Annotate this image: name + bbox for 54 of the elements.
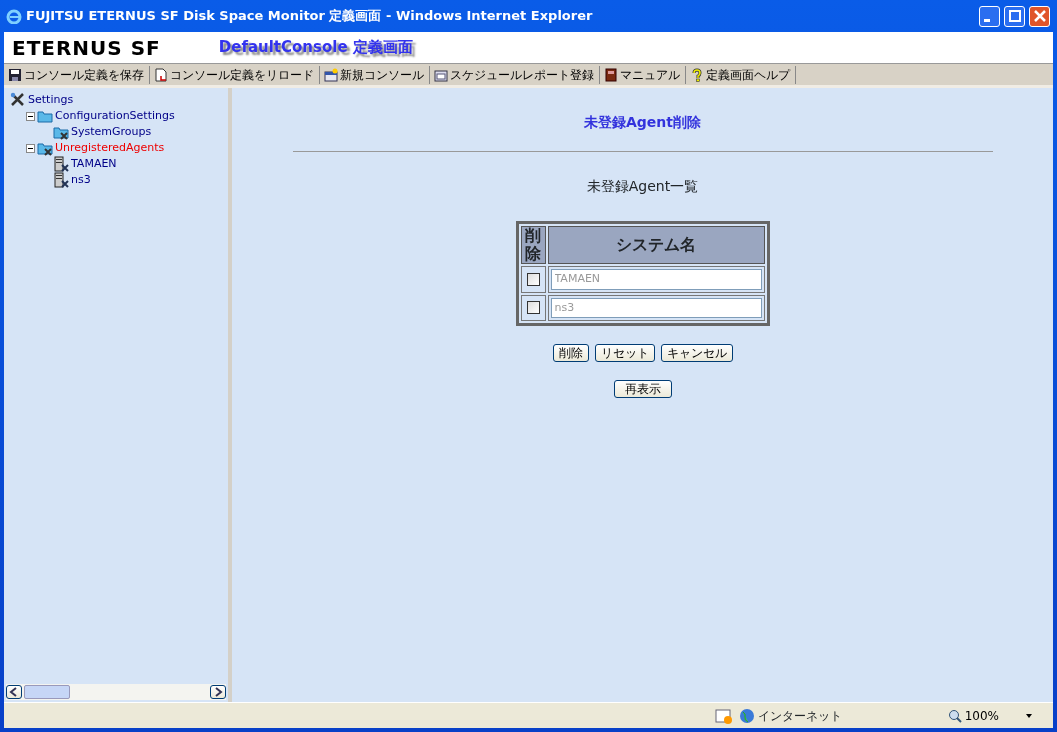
collapse-icon[interactable]	[26, 143, 35, 153]
toolbar-button[interactable]: コンソール定義をリロード	[150, 65, 320, 84]
action-button[interactable]: リセット	[594, 344, 655, 362]
scroll-left-button[interactable]	[6, 685, 22, 699]
folder-tools-icon	[37, 140, 53, 156]
toolbar-button[interactable]: スケジュールレポート登録	[430, 65, 600, 84]
globe-icon	[738, 707, 755, 724]
server-icon	[53, 156, 69, 172]
zoom-button[interactable]: 100%	[941, 705, 1005, 726]
tree-item[interactable]: ns3	[71, 171, 91, 189]
folder-tools-icon	[53, 124, 69, 140]
product-logo: ETERNUS SF	[12, 34, 161, 62]
book-icon	[604, 67, 618, 82]
toolbar-button[interactable]: マニュアル	[600, 65, 686, 84]
scrollbar-thumb[interactable]	[24, 685, 70, 699]
save-icon	[8, 67, 22, 82]
security-zone: インターネット	[757, 707, 842, 725]
window-title: FUJITSU ETERNUS SF Disk Space Monitor 定義画面 - Windows Internet Explorer	[26, 7, 594, 26]
column-header: 削除	[520, 226, 546, 264]
maximize-button[interactable]	[1004, 5, 1025, 27]
action-button[interactable]: キャンセル	[660, 344, 733, 362]
warning-page-icon	[714, 707, 733, 724]
refresh-button[interactable]: 再表示	[613, 380, 672, 398]
minimize-button[interactable]	[979, 5, 1000, 27]
maximize-icon	[1008, 10, 1021, 22]
tree-item[interactable]: ConfigurationSettings	[55, 107, 175, 125]
checkbox[interactable]	[526, 272, 540, 286]
toolbar-button[interactable]: 定義画面ヘルプ	[686, 65, 796, 84]
server-icon	[53, 172, 69, 188]
column-header: システム名	[547, 226, 765, 264]
dropdown-icon[interactable]	[1025, 712, 1033, 719]
document-arrow-icon	[154, 67, 168, 82]
page-title: DefaultConsole 定義画面	[218, 37, 413, 59]
tools-icon	[10, 92, 26, 108]
section-heading: 未登録Agent削除	[584, 113, 701, 132]
tree-item[interactable]: UnregisteredAgents	[55, 139, 165, 157]
toolbar-button[interactable]: コンソール定義を保存	[4, 65, 150, 84]
tree-item[interactable]: TAMAEN	[71, 155, 117, 173]
new-window-icon	[324, 67, 338, 82]
folder-icon	[37, 108, 53, 124]
close-icon	[1033, 10, 1046, 22]
table-caption: 未登録Agent一覧	[586, 177, 699, 196]
zoom-icon	[947, 708, 962, 723]
tree-item[interactable]: SystemGroups	[71, 123, 152, 141]
collapse-icon[interactable]	[26, 111, 35, 121]
toolbar-button[interactable]: 新規コンソール	[320, 65, 430, 84]
scroll-right-button[interactable]	[210, 685, 226, 699]
help-icon	[690, 67, 704, 82]
minimize-icon	[984, 18, 990, 22]
close-button[interactable]	[1029, 5, 1050, 27]
calendar-icon	[434, 67, 448, 82]
checkbox[interactable]	[526, 301, 540, 315]
action-button[interactable]: 削除	[552, 344, 589, 362]
tree-item[interactable]: Settings	[28, 91, 74, 109]
